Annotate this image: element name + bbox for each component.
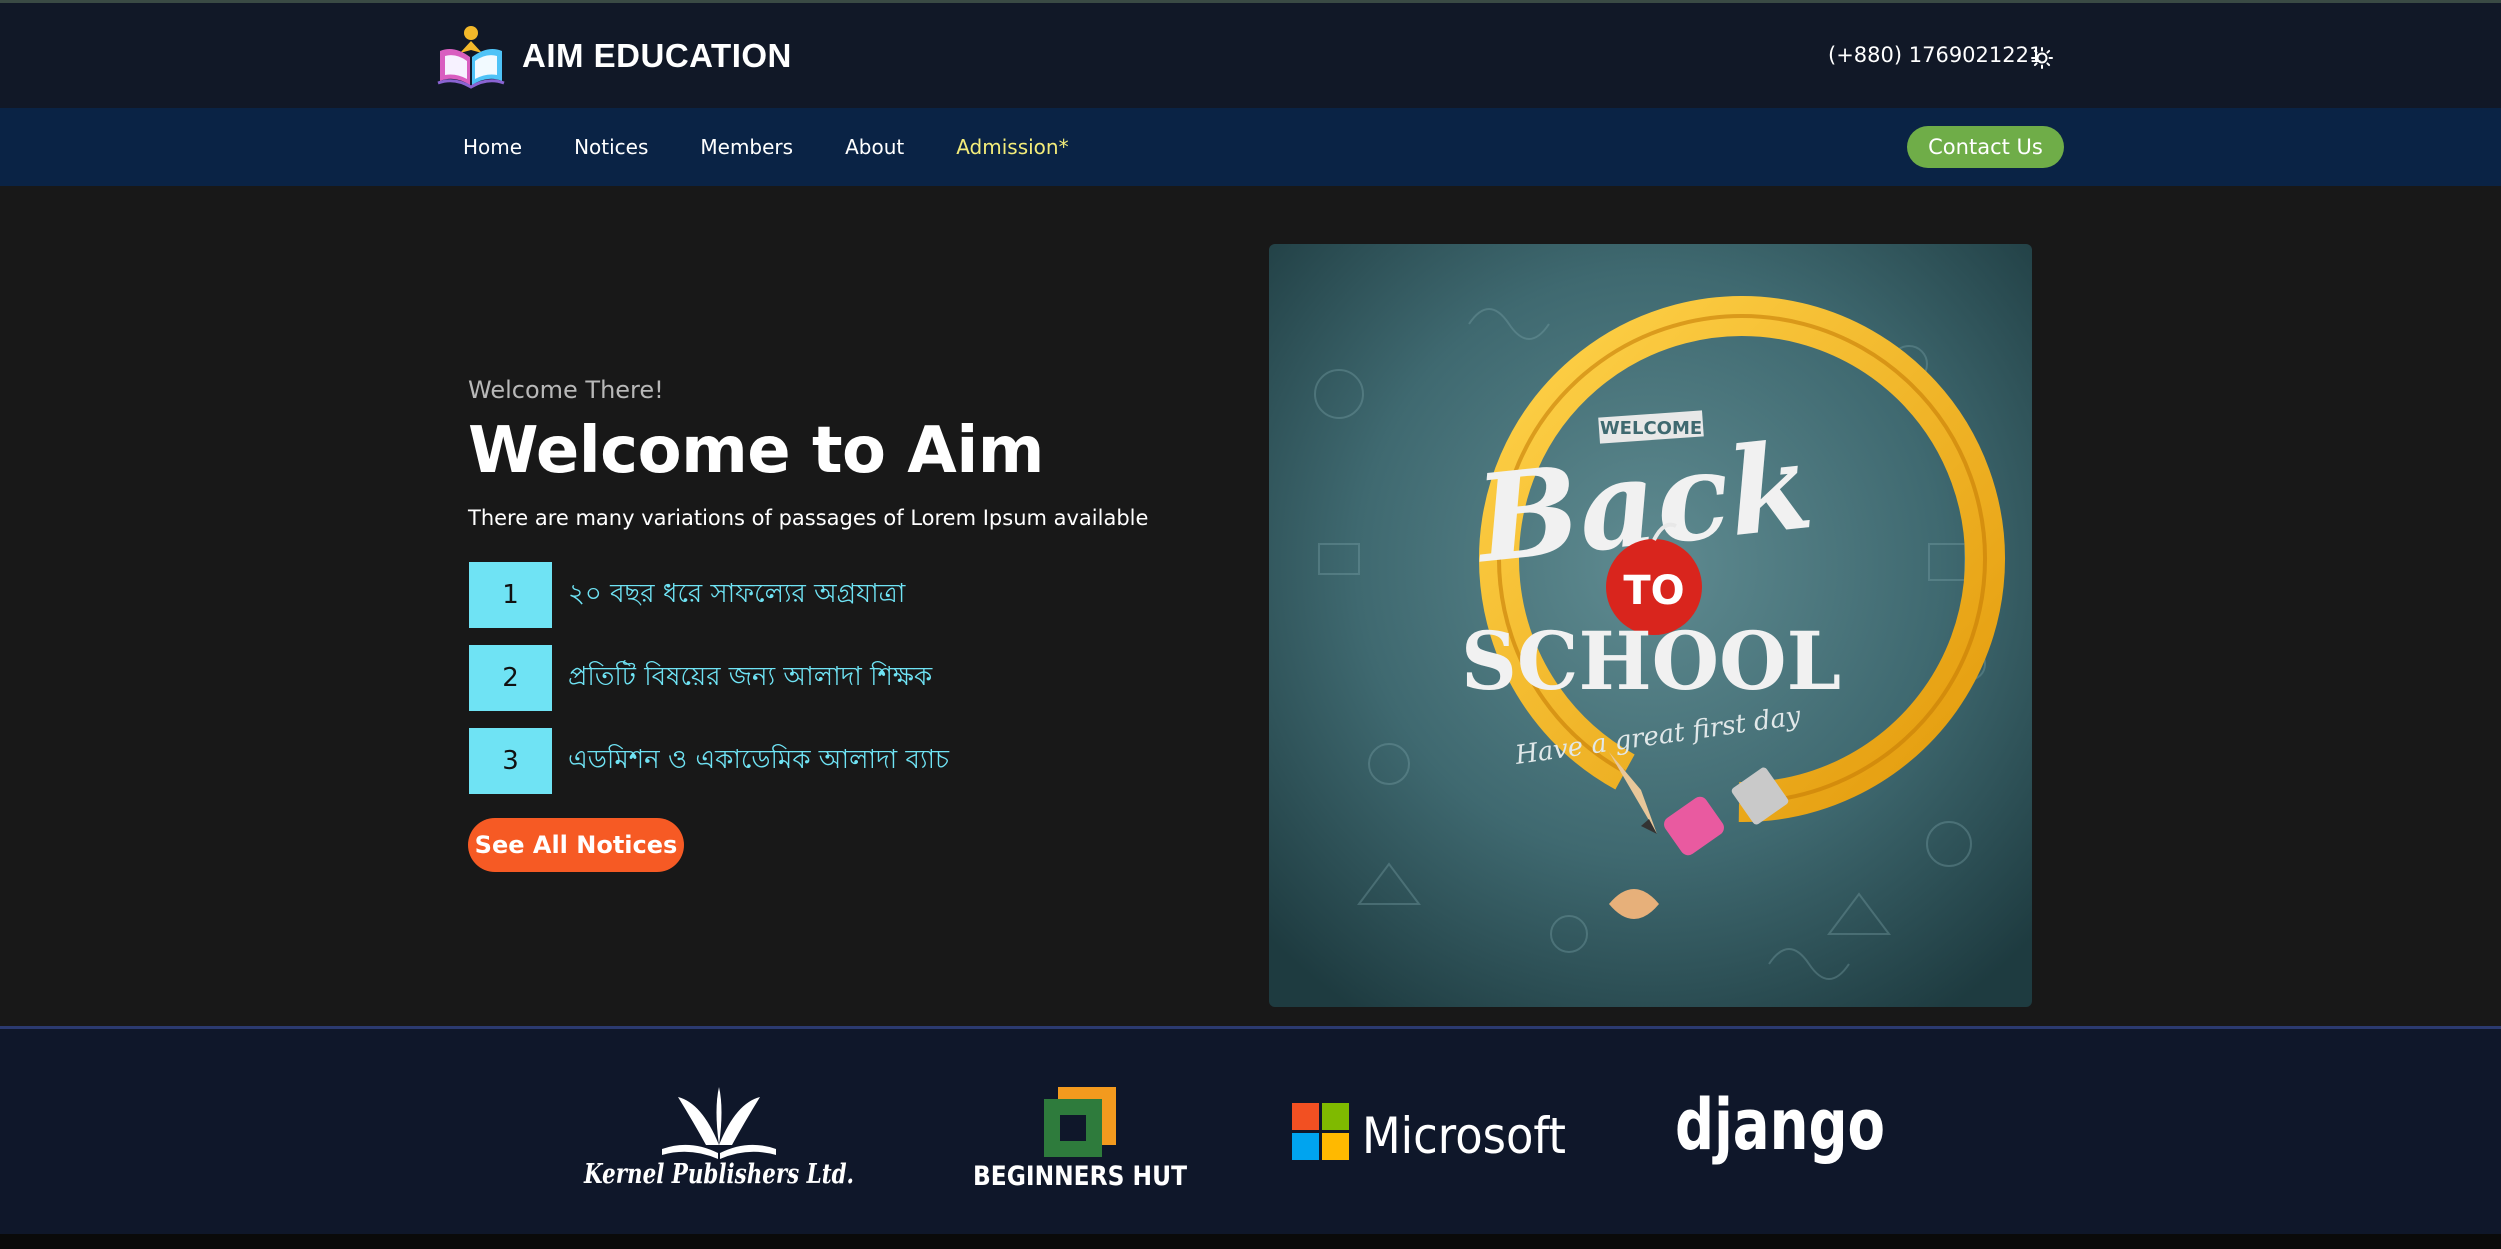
poster-line3: SCHOOL: [1461, 614, 1841, 708]
aim-logo-icon: [437, 26, 505, 89]
hero-title: Welcome to Aim: [468, 414, 1044, 488]
nav-home[interactable]: Home: [463, 135, 522, 159]
poster-image: WELCOME Back TO SCHOOL Have a great firs…: [1269, 244, 2032, 1007]
microsoft-name: Microsoft: [1362, 1107, 1566, 1165]
nav-about[interactable]: About: [845, 135, 904, 159]
theme-toggle-button[interactable]: [2027, 43, 2057, 73]
partners-strip: Kernel Publishers Ltd. BEGINNERS HUT Mic…: [0, 1026, 2501, 1234]
hero-eyebrow: Welcome There!: [468, 376, 664, 404]
nav-members[interactable]: Members: [700, 135, 793, 159]
nav-admission[interactable]: Admission*: [956, 135, 1068, 159]
poster-line2: TO: [1623, 568, 1684, 614]
top-header: AIM EDUCATION (+880) 1769021221: [0, 0, 2501, 108]
hero-subtitle: There are many variations of passages of…: [468, 506, 1149, 530]
feature-text: এডমিশন ও একাডেমিক আলাদা ব্যাচ: [568, 745, 950, 775]
beginners-hut-logo-icon: BEGINNERS HUT: [973, 1087, 1187, 1192]
phone-number: (+880) 1769021221: [1828, 43, 2043, 67]
nav-links: Home Notices Members About Admission*: [463, 108, 1121, 186]
partner-beginners-hut: BEGINNERS HUT: [970, 1081, 1190, 1193]
microsoft-logo-icon: Microsoft: [1292, 1103, 1566, 1165]
django-logo-icon: django: [1675, 1089, 1885, 1166]
feature-number: 3: [469, 728, 552, 794]
partner-microsoft: Microsoft: [1290, 1097, 1568, 1167]
nav-notices[interactable]: Notices: [574, 135, 648, 159]
see-all-notices-button[interactable]: See All Notices: [468, 818, 684, 872]
kernel-publishers-logo-icon: Kernel Publishers Ltd.: [583, 1087, 854, 1190]
kernel-publishers-name: Kernel Publishers Ltd.: [583, 1159, 854, 1190]
brand[interactable]: AIM EDUCATION: [436, 23, 792, 89]
page-bottom-edge: [0, 1234, 2501, 1249]
feature-text: প্রতিটি বিষয়ের জন্য আলাদা শিক্ষক: [568, 662, 933, 692]
beginners-hut-name: BEGINNERS HUT: [973, 1161, 1187, 1192]
sun-icon: [2031, 47, 2053, 69]
brand-name: AIM EDUCATION: [522, 37, 792, 74]
back-to-school-poster: WELCOME Back TO SCHOOL Have a great firs…: [1269, 244, 2032, 1007]
main-nav: Home Notices Members About Admission*: [0, 108, 2501, 186]
feature-number: 2: [469, 645, 552, 711]
hero-section: Welcome There! Welcome to Aim There are …: [0, 186, 2501, 1026]
feature-item: 1 ২০ বছর ধরে সাফল্যের অগ্রযাত্রা: [469, 562, 905, 628]
partner-kernel-publishers: Kernel Publishers Ltd.: [582, 1083, 856, 1191]
django-name: django: [1675, 1089, 1885, 1166]
contact-us-button[interactable]: Contact Us: [1907, 126, 2064, 168]
partner-django: django: [1672, 1089, 1888, 1177]
feature-number: 1: [469, 562, 552, 628]
feature-item: 3 এডমিশন ও একাডেমিক আলাদা ব্যাচ: [469, 728, 949, 794]
feature-text: ২০ বছর ধরে সাফল্যের অগ্রযাত্রা: [568, 579, 906, 609]
feature-item: 2 প্রতিটি বিষয়ের জন্য আলাদা শিক্ষক: [469, 645, 932, 711]
